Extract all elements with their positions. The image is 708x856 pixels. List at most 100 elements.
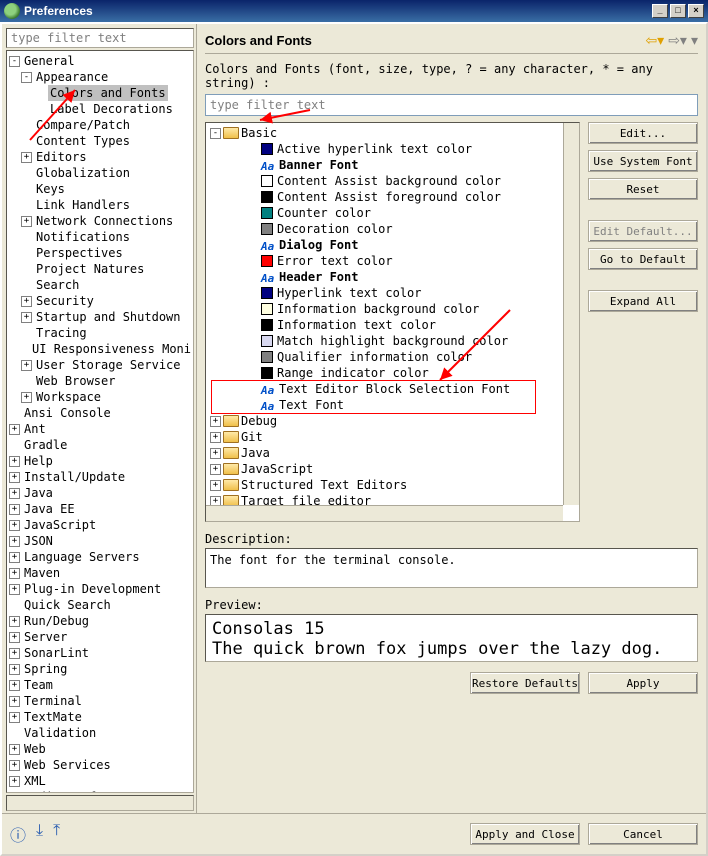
tree-item[interactable]: Search bbox=[7, 277, 193, 293]
import-icon[interactable]: ⤓ bbox=[36, 822, 43, 846]
apply-button[interactable]: Apply bbox=[588, 672, 698, 694]
color-font-item[interactable]: Error text color bbox=[208, 253, 577, 269]
color-font-item[interactable]: Information text color bbox=[208, 317, 577, 333]
tree-item[interactable]: +Spring bbox=[7, 661, 193, 677]
menu-dropdown-icon[interactable]: ▾ bbox=[691, 32, 698, 49]
tree-item[interactable]: Project Natures bbox=[7, 261, 193, 277]
color-swatch-icon bbox=[261, 319, 273, 331]
tree-item[interactable]: +Plug-in Development bbox=[7, 581, 193, 597]
color-font-item[interactable]: AaDialog Font bbox=[208, 237, 577, 253]
tree-item[interactable]: -Appearance bbox=[7, 69, 193, 85]
tree-item[interactable]: +Help bbox=[7, 453, 193, 469]
folder-icon bbox=[223, 431, 239, 443]
font-icon: Aa bbox=[261, 271, 277, 283]
edit-button[interactable]: Edit... bbox=[588, 122, 698, 144]
tree-item[interactable]: +Maven bbox=[7, 565, 193, 581]
tree-item[interactable]: +Ant bbox=[7, 421, 193, 437]
color-font-item[interactable]: Active hyperlink text color bbox=[208, 141, 577, 157]
tree-item[interactable]: Notifications bbox=[7, 229, 193, 245]
tree-item[interactable]: Globalization bbox=[7, 165, 193, 181]
restore-defaults-button[interactable]: Restore Defaults bbox=[470, 672, 580, 694]
window-title: Preferences bbox=[24, 4, 93, 18]
tree-item[interactable]: UI Responsiveness Moni bbox=[7, 341, 193, 357]
tree-item[interactable]: +Editors bbox=[7, 149, 193, 165]
tree-item[interactable]: +Startup and Shutdown bbox=[7, 309, 193, 325]
color-font-item[interactable]: Match highlight background color bbox=[208, 333, 577, 349]
tree-item[interactable]: +Run/Debug bbox=[7, 613, 193, 629]
color-font-item[interactable]: AaHeader Font bbox=[208, 269, 577, 285]
color-font-item[interactable]: AaBanner Font bbox=[208, 157, 577, 173]
use-system-font-button[interactable]: Use System Font bbox=[588, 150, 698, 172]
tree-item[interactable]: +JSON bbox=[7, 533, 193, 549]
cancel-button[interactable]: Cancel bbox=[588, 823, 698, 845]
tree-item[interactable]: +Java bbox=[7, 485, 193, 501]
color-font-item[interactable]: Content Assist background color bbox=[208, 173, 577, 189]
tree-item[interactable]: Compare/Patch bbox=[7, 117, 193, 133]
tree-item[interactable]: +User Storage Service bbox=[7, 357, 193, 373]
expand-all-button[interactable]: Expand All bbox=[588, 290, 698, 312]
minimize-button[interactable]: _ bbox=[652, 4, 668, 18]
color-font-item[interactable]: Qualifier information color bbox=[208, 349, 577, 365]
tree-item[interactable]: Keys bbox=[7, 181, 193, 197]
tree-item[interactable]: +Network Connections bbox=[7, 213, 193, 229]
color-font-item[interactable]: -Basic bbox=[208, 125, 577, 141]
tree-item[interactable]: Validation bbox=[7, 725, 193, 741]
tree-item[interactable]: +TextMate bbox=[7, 709, 193, 725]
tree-item[interactable]: +Web Services bbox=[7, 757, 193, 773]
close-button[interactable]: × bbox=[688, 4, 704, 18]
color-font-item[interactable]: Counter color bbox=[208, 205, 577, 221]
tree-item[interactable]: +JavaScript bbox=[7, 517, 193, 533]
tree-item[interactable]: Tracing bbox=[7, 325, 193, 341]
color-font-item[interactable]: +Java bbox=[208, 445, 577, 461]
forward-arrow-icon[interactable]: ⇨▾ bbox=[668, 32, 687, 49]
tree-item[interactable]: Perspectives bbox=[7, 245, 193, 261]
color-font-item[interactable]: +Debug bbox=[208, 413, 577, 429]
color-filter-input[interactable]: type filter text bbox=[205, 94, 698, 116]
tree-item[interactable]: +SonarLint bbox=[7, 645, 193, 661]
horizontal-scrollbar[interactable] bbox=[206, 505, 563, 521]
tree-item[interactable]: Gradle bbox=[7, 437, 193, 453]
color-font-item[interactable]: AaText Font bbox=[208, 397, 577, 413]
filter-input[interactable]: type filter text bbox=[6, 28, 194, 48]
color-font-item[interactable]: Information background color bbox=[208, 301, 577, 317]
tree-item[interactable]: +YEdit Preferences bbox=[7, 789, 193, 793]
tree-item[interactable]: +Language Servers bbox=[7, 549, 193, 565]
edit-default-button[interactable]: Edit Default... bbox=[588, 220, 698, 242]
category-tree[interactable]: -General-AppearanceColors and FontsLabel… bbox=[6, 50, 194, 793]
vertical-scrollbar[interactable] bbox=[563, 123, 579, 505]
tree-item[interactable]: +Web bbox=[7, 741, 193, 757]
color-font-item[interactable]: +Git bbox=[208, 429, 577, 445]
back-arrow-icon[interactable]: ⇦▾ bbox=[645, 32, 664, 49]
color-font-item[interactable]: AaText Editor Block Selection Font bbox=[208, 381, 577, 397]
tree-item[interactable]: +Terminal bbox=[7, 693, 193, 709]
tree-item[interactable]: +Server bbox=[7, 629, 193, 645]
tree-item[interactable]: Web Browser bbox=[7, 373, 193, 389]
tree-item[interactable]: -General bbox=[7, 53, 193, 69]
tree-item[interactable]: Colors and Fonts bbox=[7, 85, 193, 101]
color-font-item[interactable]: Content Assist foreground color bbox=[208, 189, 577, 205]
color-font-item[interactable]: Decoration color bbox=[208, 221, 577, 237]
color-font-item[interactable]: +JavaScript bbox=[208, 461, 577, 477]
tree-item[interactable]: Quick Search bbox=[7, 597, 193, 613]
color-font-item[interactable]: Hyperlink text color bbox=[208, 285, 577, 301]
help-icon[interactable]: ⓘ bbox=[10, 822, 26, 846]
colors-fonts-tree[interactable]: -BasicActive hyperlink text colorAaBanne… bbox=[205, 122, 580, 522]
export-icon[interactable]: ⤒ bbox=[53, 822, 60, 846]
tree-item[interactable]: Label Decorations bbox=[7, 101, 193, 117]
tree-item[interactable]: +Team bbox=[7, 677, 193, 693]
tree-item[interactable]: +Security bbox=[7, 293, 193, 309]
tree-item[interactable]: Ansi Console bbox=[7, 405, 193, 421]
go-to-default-button[interactable]: Go to Default bbox=[588, 248, 698, 270]
tree-item[interactable]: +XML bbox=[7, 773, 193, 789]
tree-item[interactable]: +Workspace bbox=[7, 389, 193, 405]
apply-and-close-button[interactable]: Apply and Close bbox=[470, 823, 580, 845]
color-font-item[interactable]: Range indicator color bbox=[208, 365, 577, 381]
tree-item[interactable]: +Install/Update bbox=[7, 469, 193, 485]
tree-item[interactable]: +Java EE bbox=[7, 501, 193, 517]
maximize-button[interactable]: □ bbox=[670, 4, 686, 18]
color-font-item[interactable]: +Structured Text Editors bbox=[208, 477, 577, 493]
horizontal-scrollbar[interactable] bbox=[6, 795, 194, 811]
reset-button[interactable]: Reset bbox=[588, 178, 698, 200]
tree-item[interactable]: Content Types bbox=[7, 133, 193, 149]
tree-item[interactable]: Link Handlers bbox=[7, 197, 193, 213]
